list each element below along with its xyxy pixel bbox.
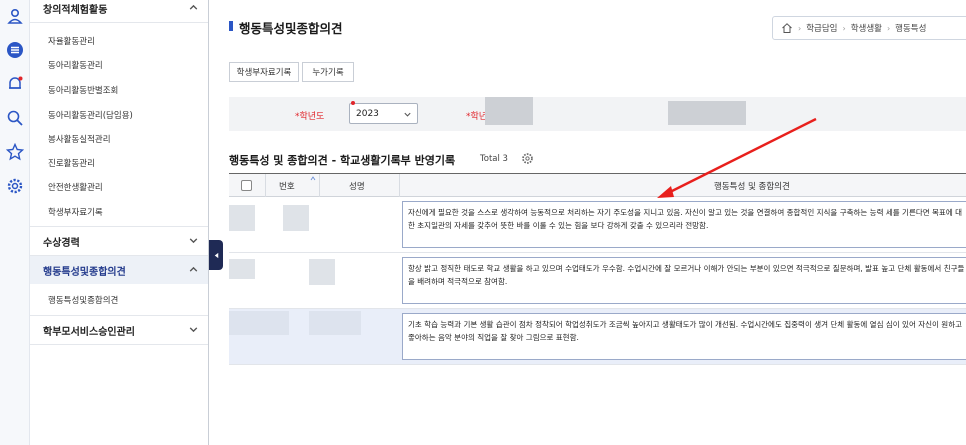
redacted-checkbox: [229, 259, 255, 279]
breadcrumb: › 학급담임 › 학생생활 › 행동특성: [772, 16, 966, 40]
menu-item[interactable]: 동아리활동관리: [48, 59, 103, 71]
bell-icon[interactable]: [3, 72, 27, 96]
chevron-right-icon: ›: [842, 23, 846, 33]
year-select[interactable]: 2023: [349, 103, 418, 124]
gear-icon[interactable]: [521, 152, 534, 165]
opinion-cell[interactable]: 자신에게 필요한 것을 스스로 생각하여 능동적으로 처리하는 자기 주도성을 …: [402, 201, 966, 248]
star-icon[interactable]: [3, 140, 27, 164]
menu-item[interactable]: 동아리활동반별조회: [48, 84, 118, 96]
breadcrumb-item[interactable]: 행동특성: [895, 22, 926, 34]
breadcrumb-item[interactable]: 학급담임: [806, 22, 837, 34]
grade-label: *학년: [466, 112, 488, 122]
menu-item[interactable]: 봉사활동실적관리: [48, 133, 111, 145]
column-number[interactable]: 번호: [279, 180, 295, 192]
page-title: 행동특성및종합의견: [239, 21, 343, 36]
menu-item[interactable]: 안전한생활관리: [48, 181, 103, 193]
menu-item[interactable]: 자율활동관리: [48, 35, 95, 47]
opinion-cell[interactable]: 항상 밝고 정직한 태도로 학교 생활을 하고 있으며 수업태도가 우수함. 수…: [402, 257, 966, 304]
total-count: Total 3: [480, 154, 508, 164]
search-filter-bar: *학년도 2023 *학년: [229, 97, 966, 131]
redacted-number: [229, 311, 289, 335]
main-content: 행동특성및종합의견 › 학급담임 › 학생생활 › 행동특성 학생부자료기록 누…: [209, 0, 966, 445]
year-label: *학년도: [295, 112, 325, 122]
redacted-name: [309, 311, 361, 335]
menu-section-creative-activities[interactable]: 창의적체험활동: [30, 0, 208, 22]
search-icon[interactable]: [3, 106, 27, 130]
redacted-name: [309, 259, 335, 285]
opinion-cell[interactable]: 기초 학습 능력과 기본 생활 습관이 점차 정착되어 학업성취도가 조금씩 높…: [402, 313, 966, 360]
icon-rail: [0, 0, 30, 445]
table-row[interactable]: 자신에게 필요한 것을 스스로 생각하여 능동적으로 처리하는 자기 주도성을 …: [229, 197, 966, 253]
chevron-up-icon: [189, 4, 198, 10]
select-all-checkbox[interactable]: [241, 180, 252, 191]
menu-section-awards[interactable]: 수상경력: [30, 227, 208, 255]
redacted-field: [668, 101, 746, 125]
chevron-down-icon: [189, 238, 198, 244]
menu-item[interactable]: 진로활동관리: [48, 157, 95, 169]
menu-section-label: 학부모서비스승인관리: [43, 326, 135, 338]
menu-item[interactable]: 학생부자료기록: [48, 206, 103, 218]
menu-icon[interactable]: [3, 38, 27, 62]
tab-student-records[interactable]: 학생부자료기록: [229, 62, 299, 82]
menu-section-label: 창의적체험활동: [43, 4, 108, 16]
menu-item-behavior-opinion[interactable]: 행동특성및종합의견: [48, 294, 118, 306]
app-window: 창의적체험활동 자율활동관리 동아리활동관리 동아리활동반별조회 동아리활동관리…: [0, 0, 966, 445]
chevron-down-icon: [189, 327, 198, 333]
required-marker: [351, 101, 355, 105]
chevron-up-icon: [189, 266, 198, 272]
menu-section-behavior-opinion[interactable]: 행동특성및종합의견: [30, 256, 208, 284]
tab-cumulative-records[interactable]: 누가기록: [302, 62, 354, 82]
menu-item[interactable]: 동아리활동관리(담임용): [48, 109, 133, 121]
home-icon[interactable]: [781, 22, 793, 34]
breadcrumb-item[interactable]: 학생생활: [851, 22, 882, 34]
grid-header: 번호 성명 행동특성 및 종합의견: [229, 173, 966, 197]
chevron-right-icon: ›: [886, 23, 891, 33]
home-user-icon[interactable]: [3, 4, 27, 28]
side-menu: 창의적체험활동 자율활동관리 동아리활동관리 동아리활동반별조회 동아리활동관리…: [30, 0, 209, 445]
chevron-right-icon: ›: [798, 23, 802, 33]
settings-icon[interactable]: [3, 174, 27, 198]
menu-section-parent-service[interactable]: 학부모서비스승인관리: [30, 316, 208, 344]
redacted-field: [485, 97, 533, 125]
menu-section-label: 행동특성및종합의견: [43, 266, 126, 278]
column-opinion[interactable]: 행동특성 및 종합의견: [714, 180, 790, 192]
table-row[interactable]: 항상 밝고 정직한 태도로 학교 생활을 하고 있으며 수업태도가 우수함. 수…: [229, 253, 966, 309]
title-accent-bar: [229, 21, 233, 31]
year-select-value: 2023: [356, 109, 379, 119]
redacted-number: [283, 205, 309, 231]
chevron-down-icon: [404, 112, 411, 117]
table-row-selected[interactable]: 기초 학습 능력과 기본 생활 습관이 점차 정착되어 학업성취도가 조금씩 높…: [229, 309, 966, 365]
menu-section-label: 수상경력: [43, 237, 80, 249]
sort-icon[interactable]: [310, 176, 316, 181]
redacted-checkbox: [229, 205, 255, 231]
column-name[interactable]: 성명: [349, 180, 365, 192]
list-title: 행동특성 및 종합의견 - 학교생활기록부 반영기록: [229, 154, 456, 167]
